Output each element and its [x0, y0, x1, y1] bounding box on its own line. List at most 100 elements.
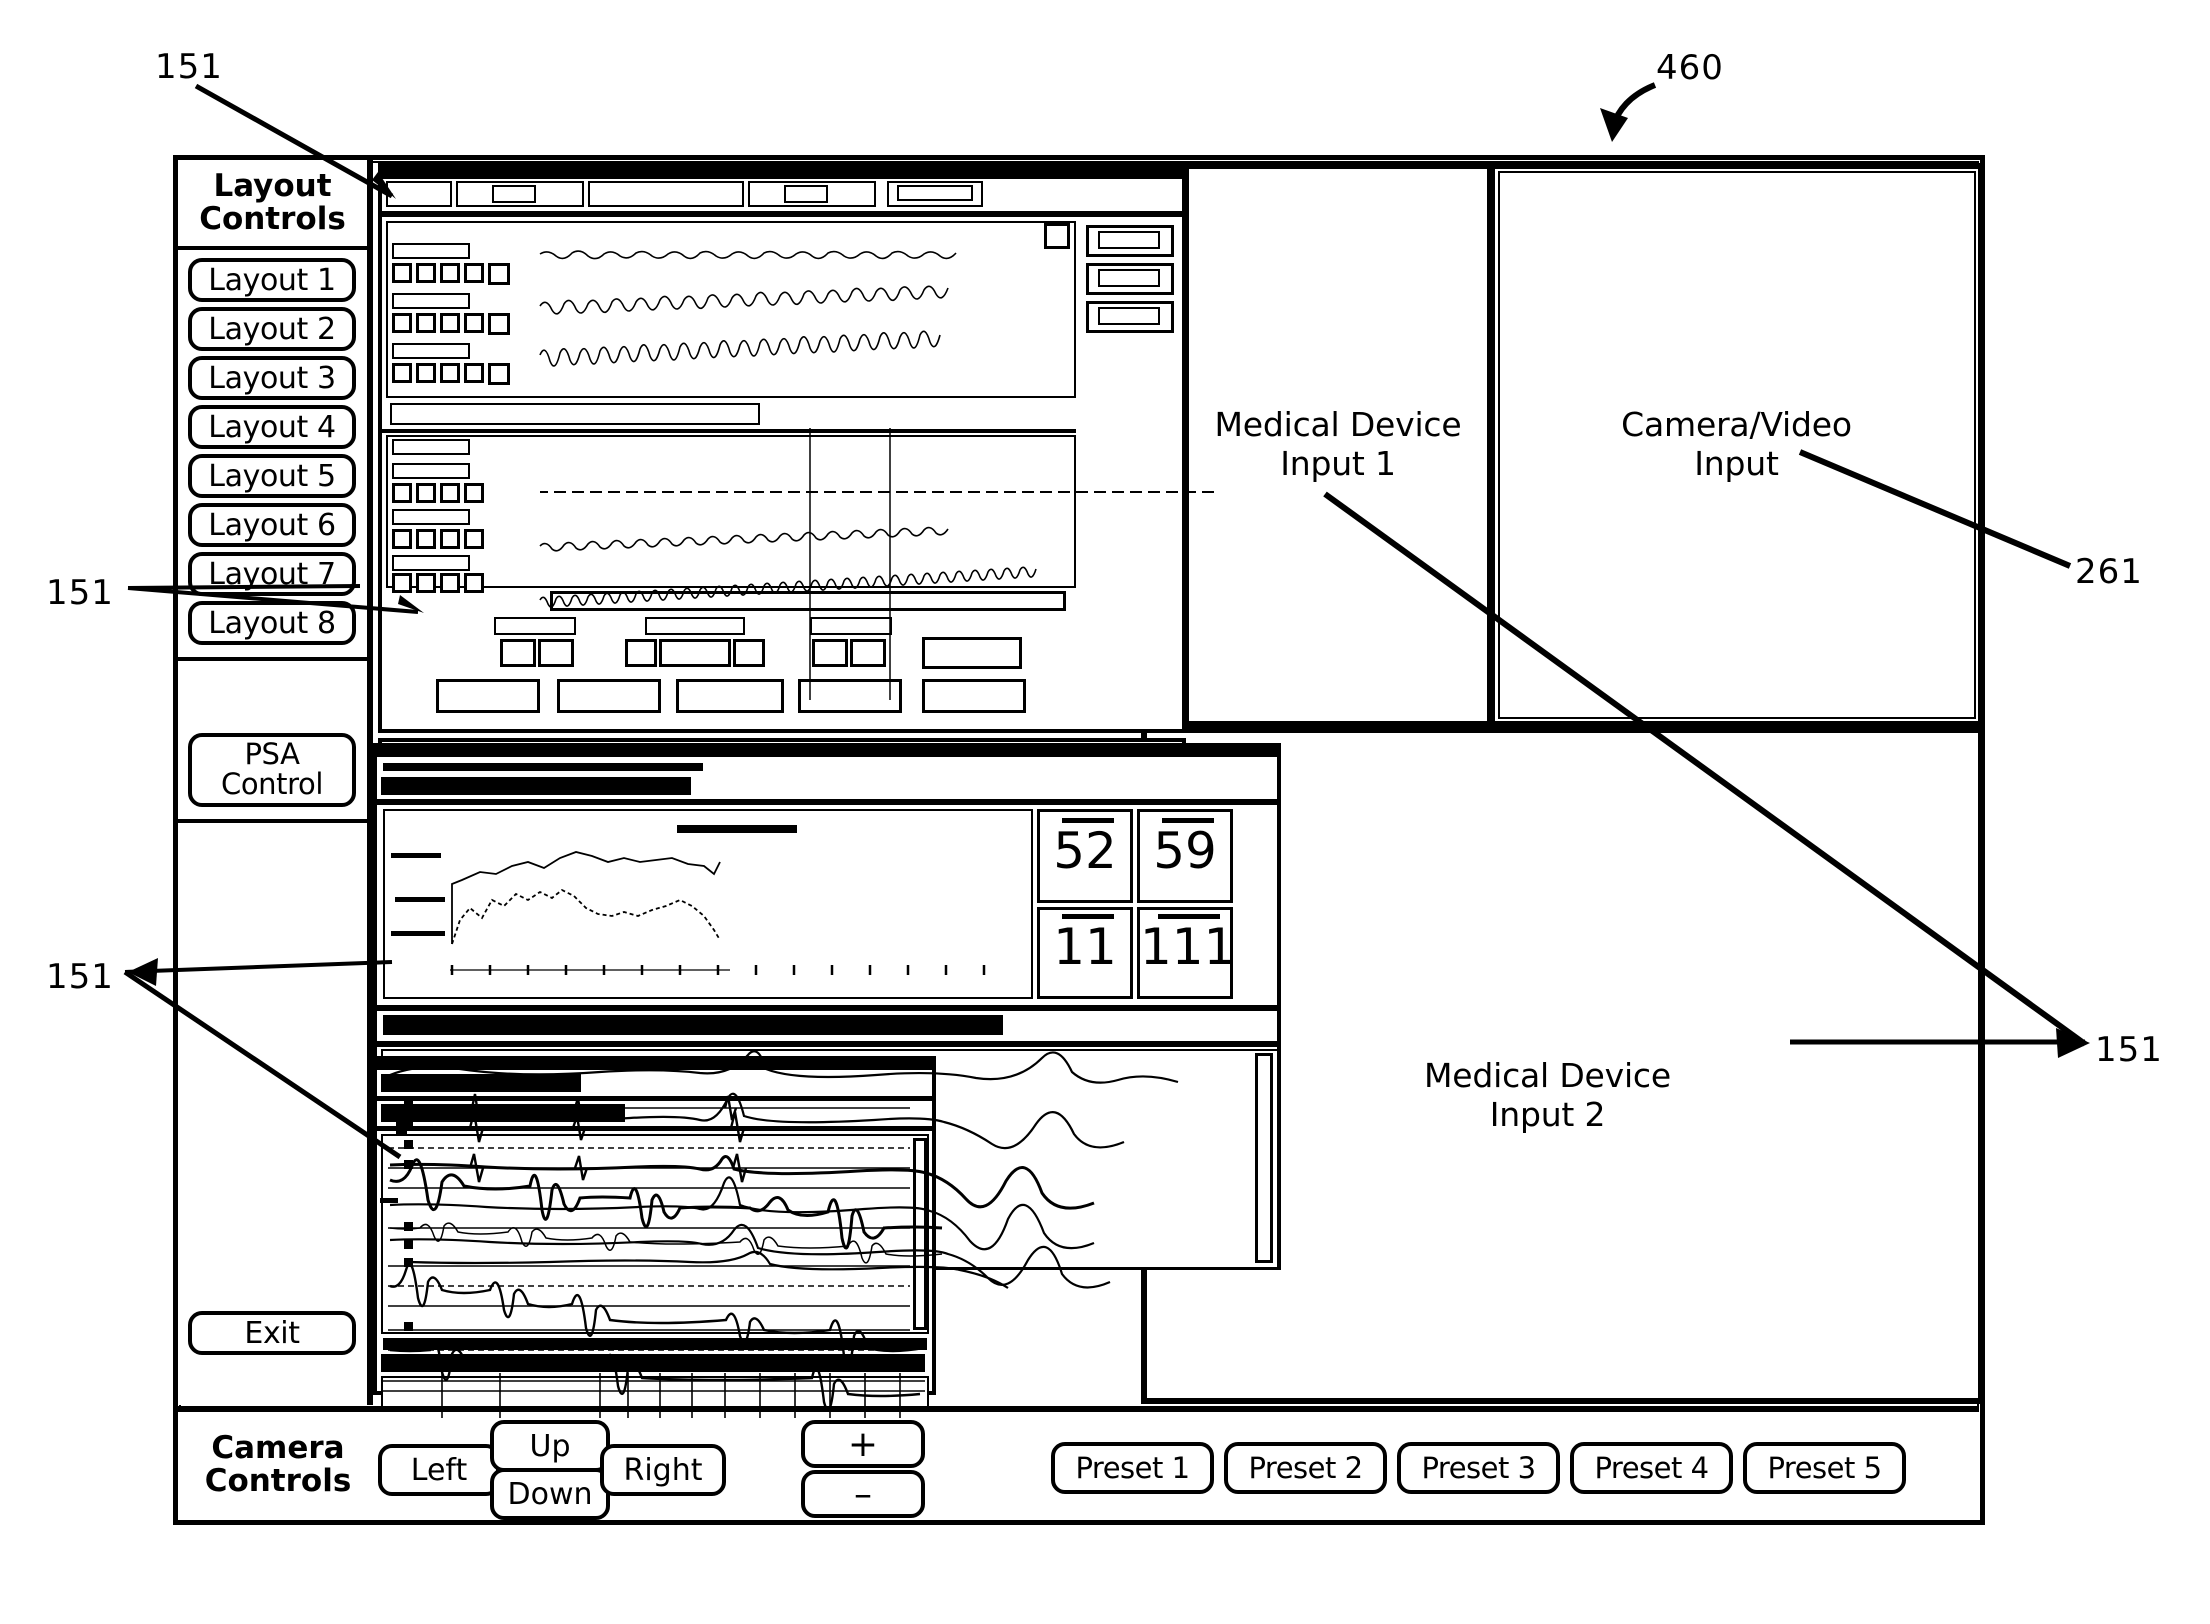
ep-menu-strip[interactable]: [381, 1074, 581, 1092]
nav-3-prev-button[interactable]: [812, 639, 848, 667]
camera-zoom-out-button[interactable]: –: [801, 1470, 925, 1518]
horizontal-scrollbar[interactable]: [550, 591, 1066, 611]
layout-7-button[interactable]: Layout 7: [188, 552, 356, 596]
ep-trace-canvas[interactable]: [381, 1134, 929, 1334]
waveform-analyzer-window[interactable]: [378, 163, 1186, 733]
camera-preset-1-button[interactable]: Preset 1: [1051, 1442, 1214, 1494]
lower-trace-region[interactable]: [386, 435, 1076, 588]
lower-ch2-gain-icon[interactable]: [416, 483, 436, 503]
lower-ch2-down-icon[interactable]: [440, 483, 460, 503]
toolbar-field-2[interactable]: [784, 185, 828, 203]
camera-preset-3-button[interactable]: Preset 3: [1397, 1442, 1560, 1494]
channel-2-name-field[interactable]: [392, 293, 470, 309]
lower-ch2-up-icon[interactable]: [392, 483, 412, 503]
layout-8-button[interactable]: Layout 8: [188, 601, 356, 645]
toolbar-field-3[interactable]: [897, 185, 973, 201]
lower-channel-3-name-field[interactable]: [392, 509, 470, 525]
camera-pan-right-button[interactable]: Right: [600, 1444, 726, 1496]
vitals-toolbar-strip[interactable]: [381, 777, 691, 795]
action-button-1[interactable]: [436, 679, 540, 713]
action-button-4[interactable]: [798, 679, 902, 713]
action-button-a[interactable]: [922, 637, 1022, 669]
channel-3-up-icon[interactable]: [392, 363, 412, 383]
layout-5-button[interactable]: Layout 5: [188, 454, 356, 498]
ecg-toolbar-strip[interactable]: [383, 1015, 1003, 1035]
ep-horizontal-scrollbar[interactable]: [383, 1338, 927, 1350]
channel-2-play-icon[interactable]: [464, 313, 484, 333]
maximize-icon[interactable]: [1044, 223, 1070, 249]
lower-channel-4-name-field[interactable]: [392, 555, 470, 571]
trend-plot-area[interactable]: [383, 809, 1033, 999]
ep-toolbar-strip[interactable]: [381, 1104, 625, 1122]
camera-pan-down-button[interactable]: Down: [490, 1468, 610, 1520]
channel-1-name-field[interactable]: [392, 243, 470, 259]
channel-1-up-icon[interactable]: [392, 263, 412, 283]
lower-ch3-up-icon[interactable]: [392, 529, 412, 549]
exit-button[interactable]: Exit: [188, 1311, 356, 1355]
lower-ch4-gain-icon[interactable]: [416, 573, 436, 593]
channel-2-gain-icon[interactable]: [416, 313, 436, 333]
lower-ch4-up-icon[interactable]: [392, 573, 412, 593]
nav-1-next-button[interactable]: [538, 639, 574, 667]
camera-video-input-pane[interactable]: Camera/Video Input: [1489, 163, 1984, 727]
camera-preset-4-button[interactable]: Preset 4: [1570, 1442, 1733, 1494]
channel-3-name-field[interactable]: [392, 343, 470, 359]
layout-3-button[interactable]: Layout 3: [188, 356, 356, 400]
nav-1-prev-button[interactable]: [500, 639, 536, 667]
camera-zoom-in-button[interactable]: +: [801, 1420, 925, 1468]
layout-1-button[interactable]: Layout 1: [188, 258, 356, 302]
toolbar-group-2[interactable]: [588, 181, 744, 207]
nav-2-value-field[interactable]: [659, 639, 731, 667]
channel-3-play-icon[interactable]: [464, 363, 484, 383]
channel-3-down-icon[interactable]: [440, 363, 460, 383]
channel-1-gain-icon[interactable]: [416, 263, 436, 283]
lower-channel-1-name-field[interactable]: [392, 439, 470, 455]
channel-3-gain-icon[interactable]: [416, 363, 436, 383]
channel-2-swatch[interactable]: [488, 313, 510, 335]
exit-label: Exit: [244, 1315, 300, 1351]
window-title-bar[interactable]: [382, 167, 1182, 179]
side-button-1-field: [1098, 231, 1160, 249]
channel-2-up-icon[interactable]: [392, 313, 412, 333]
camera-pan-down-label: Down: [507, 1476, 593, 1512]
channel-3-swatch[interactable]: [488, 363, 510, 385]
channel-1-play-icon[interactable]: [464, 263, 484, 283]
medical-device-input-1-pane[interactable]: Medical Device Input 1: [1183, 163, 1493, 727]
camera-pan-up-button[interactable]: Up: [490, 1420, 610, 1472]
layout-4-label: Layout 4: [208, 409, 336, 445]
toolbar-button-1[interactable]: [386, 181, 452, 207]
layout-2-label: Layout 2: [208, 311, 336, 347]
action-button-2[interactable]: [557, 679, 661, 713]
vitals-menu-strip[interactable]: [383, 763, 703, 771]
nav-2-prev-button[interactable]: [625, 639, 657, 667]
lower-ch2-play-icon[interactable]: [464, 483, 484, 503]
camera-preset-2-button[interactable]: Preset 2: [1224, 1442, 1387, 1494]
action-button-5[interactable]: [922, 679, 1026, 713]
lower-ch4-play-icon[interactable]: [464, 573, 484, 593]
ecg-vertical-scrollbar[interactable]: [1255, 1053, 1273, 1263]
camera-preset-5-button[interactable]: Preset 5: [1743, 1442, 1906, 1494]
lower-ch4-down-icon[interactable]: [440, 573, 460, 593]
toolbar-field-1[interactable]: [492, 185, 536, 203]
channel-1-swatch[interactable]: [488, 263, 510, 285]
action-button-3[interactable]: [676, 679, 784, 713]
channel-2-down-icon[interactable]: [440, 313, 460, 333]
channel-1-down-icon[interactable]: [440, 263, 460, 283]
ep-recorder-window[interactable]: [373, 1056, 936, 1422]
lower-ch3-play-icon[interactable]: [464, 529, 484, 549]
nav-3-next-button[interactable]: [850, 639, 886, 667]
layout-4-button[interactable]: Layout 4: [188, 405, 356, 449]
lower-channel-2-name-field[interactable]: [392, 463, 470, 479]
lower-ch3-gain-icon[interactable]: [416, 529, 436, 549]
layout-2-button[interactable]: Layout 2: [188, 307, 356, 351]
ep-vertical-scrollbar[interactable]: [913, 1138, 927, 1330]
vitals-title-bar[interactable]: [377, 747, 1277, 757]
ep-bottom-toolbar[interactable]: [381, 1354, 925, 1372]
camera-pan-left-button[interactable]: Left: [378, 1444, 500, 1496]
layout-6-button[interactable]: Layout 6: [188, 503, 356, 547]
ep-title-bar[interactable]: [377, 1060, 932, 1070]
psa-control-button[interactable]: PSA Control: [188, 733, 356, 807]
arrowhead-151-lower: [128, 958, 158, 986]
nav-2-next-button[interactable]: [733, 639, 765, 667]
lower-ch3-down-icon[interactable]: [440, 529, 460, 549]
